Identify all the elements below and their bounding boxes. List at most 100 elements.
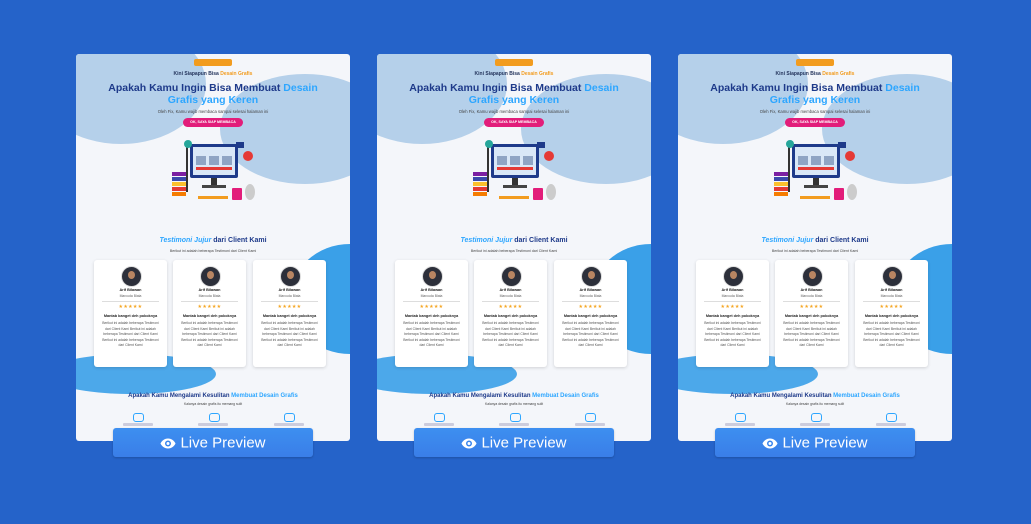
- testimonial-name: Arif Bilawan: [880, 288, 903, 292]
- feature-label-placeholder: [876, 423, 906, 426]
- live-preview-label: Live Preview: [481, 434, 567, 452]
- brand-logo: [495, 59, 533, 66]
- kicker-text: Kini Siapapun Bisa Desain Grafis: [474, 71, 554, 77]
- star-rating: ★★★★★: [419, 304, 444, 310]
- star-rating: ★★★★★: [118, 304, 143, 310]
- divider: [863, 301, 920, 302]
- testimonial-subtitle: Berikut ini adalah beberapa Testimoni da…: [470, 249, 558, 253]
- testimonial-title: Testimoni Jujur dari Client Kami: [159, 237, 267, 244]
- live-preview-button[interactable]: Live Preview: [113, 428, 313, 457]
- avatar: [802, 266, 823, 287]
- chat-bubble-icon: [434, 413, 445, 422]
- testimonial-card: Arif Bilawan Marcuda Blata ★★★★★ Mantab …: [395, 260, 468, 367]
- testimonial-name: Arif Bilawan: [579, 288, 602, 292]
- testimonial-subtitle: Berikut ini adalah beberapa Testimoni da…: [169, 249, 257, 253]
- testimonial-body: Berikut ini adalah beberapa Testimoni da…: [102, 321, 159, 348]
- testimonial-name: Arif Bilawan: [119, 288, 142, 292]
- testimonial-heading: Mantab banget deh pokoknya: [404, 314, 459, 318]
- star-rating: ★★★★★: [720, 304, 745, 310]
- avatar: [422, 266, 443, 287]
- chat-bubble-icon: [209, 413, 220, 422]
- brand-logo: [796, 59, 834, 66]
- divider: [403, 301, 460, 302]
- testimonial-card: Arif Bilawan Marcuda Blata ★★★★★ Mantab …: [696, 260, 769, 367]
- star-rating: ★★★★★: [799, 304, 824, 310]
- divider: [783, 301, 840, 302]
- cta-button: OK, SAYA SIAP MEMBACA: [183, 118, 243, 127]
- template-thumbnail-1[interactable]: Kini Siapapun Bisa Desain Grafis Apakah …: [76, 54, 350, 441]
- testimonial-role: Marcuda Blata: [880, 294, 903, 298]
- testimonial-role: Marcuda Blata: [119, 294, 142, 298]
- avatar: [581, 266, 602, 287]
- testimonial-role: Marcuda Blata: [198, 294, 221, 298]
- subheadline: Oleh Fix, Kamu wajib membaca sampai sele…: [458, 109, 570, 114]
- star-rating: ★★★★★: [197, 304, 222, 310]
- cta-button: OK, SAYA SIAP MEMBACA: [484, 118, 544, 127]
- testimonial-title: Testimoni Jujur dari Client Kami: [761, 237, 869, 244]
- problem-subtitle: Kalanya desain grafis itu memang sulit: [484, 402, 544, 406]
- testimonial-heading: Mantab banget deh pokoknya: [705, 314, 760, 318]
- testimonial-name: Arif Bilawan: [420, 288, 443, 292]
- chat-bubble-icon: [886, 413, 897, 422]
- eye-icon: [461, 438, 477, 449]
- testimonial-card: Arif Bilawan Marcuda Blata ★★★★★ Mantab …: [94, 260, 167, 367]
- testimonial-card: Arif Bilawan Marcuda Blata ★★★★★ Mantab …: [775, 260, 848, 367]
- testimonial-role: Marcuda Blata: [420, 294, 443, 298]
- testimonial-body: Berikut ini adalah beberapa Testimoni da…: [403, 321, 460, 348]
- live-preview-label: Live Preview: [782, 434, 868, 452]
- problem-title: Apakah Kamu Mengalami Kesulitan Membuat …: [429, 393, 599, 399]
- testimonial-role: Marcuda Blata: [278, 294, 301, 298]
- testimonial-subtitle: Berikut ini adalah beberapa Testimoni da…: [771, 249, 859, 253]
- problem-subtitle: Kalanya desain grafis itu memang sulit: [785, 402, 845, 406]
- kicker-text: Kini Siapapun Bisa Desain Grafis: [173, 71, 253, 77]
- problem-title: Apakah Kamu Mengalami Kesulitan Membuat …: [730, 393, 900, 399]
- testimonial-body: Berikut ini adalah beberapa Testimoni da…: [482, 321, 539, 348]
- feature-label-placeholder: [800, 423, 830, 426]
- feature-label-placeholder: [123, 423, 153, 426]
- chat-bubble-icon: [735, 413, 746, 422]
- testimonial-body: Berikut ini adalah beberapa Testimoni da…: [261, 321, 318, 348]
- testimonial-role: Marcuda Blata: [579, 294, 602, 298]
- avatar: [200, 266, 221, 287]
- kicker-text: Kini Siapapun Bisa Desain Grafis: [775, 71, 855, 77]
- live-preview-button[interactable]: Live Preview: [414, 428, 614, 457]
- testimonial-name: Arif Bilawan: [278, 288, 301, 292]
- eye-icon: [160, 438, 176, 449]
- testimonial-card: Arif Bilawan Marcuda Blata ★★★★★ Mantab …: [173, 260, 246, 367]
- template-thumbnail-3[interactable]: Kini Siapapun Bisa Desain Grafis Apakah …: [678, 54, 952, 441]
- problem-title: Apakah Kamu Mengalami Kesulitan Membuat …: [128, 393, 298, 399]
- testimonial-card: Arif Bilawan Marcuda Blata ★★★★★ Mantab …: [855, 260, 928, 367]
- testimonial-name: Arif Bilawan: [198, 288, 221, 292]
- chat-bubble-icon: [284, 413, 295, 422]
- testimonial-heading: Mantab banget deh pokoknya: [483, 314, 538, 318]
- star-rating: ★★★★★: [277, 304, 302, 310]
- testimonial-role: Marcuda Blata: [499, 294, 522, 298]
- avatar: [723, 266, 744, 287]
- feature-label-placeholder: [198, 423, 228, 426]
- testimonial-body: Berikut ini adalah beberapa Testimoni da…: [863, 321, 920, 348]
- chat-bubble-icon: [811, 413, 822, 422]
- testimonial-role: Marcuda Blata: [800, 294, 823, 298]
- testimonial-body: Berikut ini adalah beberapa Testimoni da…: [562, 321, 619, 348]
- headline: Apakah Kamu Ingin Bisa Membuat Desain Gra…: [409, 82, 619, 106]
- feature-label-placeholder: [499, 423, 529, 426]
- testimonial-title: Testimoni Jujur dari Client Kami: [460, 237, 568, 244]
- cta-button: OK, SAYA SIAP MEMBACA: [785, 118, 845, 127]
- chat-bubble-icon: [510, 413, 521, 422]
- testimonial-heading: Mantab banget deh pokoknya: [262, 314, 317, 318]
- testimonial-body: Berikut ini adalah beberapa Testimoni da…: [704, 321, 761, 348]
- testimonial-heading: Mantab banget deh pokoknya: [182, 314, 237, 318]
- testimonial-name: Arif Bilawan: [721, 288, 744, 292]
- brand-logo: [194, 59, 232, 66]
- star-rating: ★★★★★: [578, 304, 603, 310]
- designer-illustration: [172, 140, 255, 200]
- template-thumbnail-2[interactable]: Kini Siapapun Bisa Desain Grafis Apakah …: [377, 54, 651, 441]
- headline: Apakah Kamu Ingin Bisa Membuat Desain Gra…: [710, 82, 920, 106]
- star-rating: ★★★★★: [879, 304, 904, 310]
- feature-label-placeholder: [575, 423, 605, 426]
- live-preview-button[interactable]: Live Preview: [715, 428, 915, 457]
- testimonial-name: Arif Bilawan: [800, 288, 823, 292]
- feature-label-placeholder: [725, 423, 755, 426]
- avatar: [882, 266, 903, 287]
- divider: [102, 301, 159, 302]
